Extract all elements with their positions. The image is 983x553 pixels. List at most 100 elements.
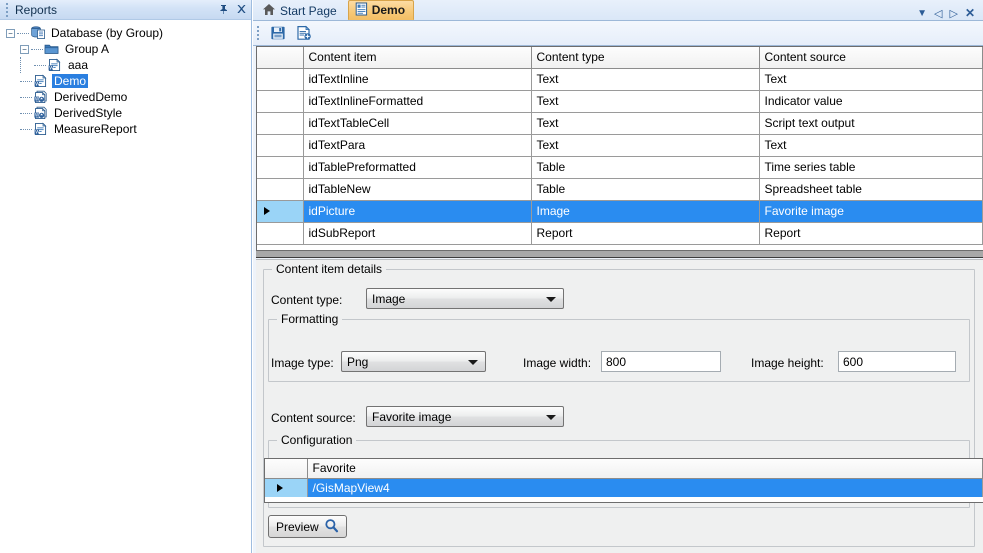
expander-collapse-icon[interactable]: − — [20, 44, 29, 54]
row-selector[interactable] — [257, 90, 304, 113]
row-selector[interactable] — [257, 178, 304, 201]
cell-content-source: Favorite image — [759, 200, 983, 223]
table-row[interactable]: idTableNew Table Spreadsheet table — [257, 178, 983, 201]
configuration-grid[interactable]: Favorite /GisMapView4 — [264, 458, 983, 503]
image-type-dropdown[interactable]: Png — [341, 351, 486, 372]
folder-icon — [44, 42, 60, 56]
table-row[interactable]: idTextInline Text Text — [257, 68, 983, 91]
table-row[interactable]: idTextInlineFormatted Text Indicator val… — [257, 90, 983, 113]
save-button[interactable] — [268, 23, 288, 43]
report-icon: W — [47, 58, 63, 72]
content-items-grid[interactable]: Content item Content type Content source… — [256, 46, 983, 251]
cell-content-type: Text — [531, 134, 760, 157]
tree-connector — [20, 96, 32, 98]
cell-content-item: idTextTableCell — [303, 112, 532, 135]
config-row-selected[interactable]: /GisMapView4 — [265, 478, 983, 497]
cell-content-item: idTableNew — [303, 178, 532, 201]
save-as-button[interactable] — [294, 23, 314, 43]
reports-panel-title: Reports — [15, 2, 58, 17]
report-icon — [355, 2, 368, 19]
tree-item-aaa[interactable]: W aaa — [6, 57, 250, 73]
row-selector[interactable] — [257, 200, 304, 223]
tab-scroll-left-icon[interactable]: ◁ — [934, 7, 942, 20]
cell-content-source: Text — [759, 134, 983, 157]
tab-close-icon[interactable]: ✕ — [965, 6, 975, 20]
image-height-input[interactable]: 600 — [838, 351, 956, 372]
content-type-dropdown[interactable]: Image — [366, 288, 564, 309]
row-selector[interactable] — [257, 134, 304, 157]
table-row[interactable]: idTextPara Text Text — [257, 134, 983, 157]
tree-item-label: Database (by Group) — [51, 26, 164, 40]
column-header-content-source[interactable]: Content source — [759, 47, 983, 69]
table-row[interactable]: idSubReport Report Report — [257, 222, 983, 245]
column-header-content-type[interactable]: Content type — [531, 47, 760, 69]
tree-item-database[interactable]: − Database (by Group) — [6, 25, 250, 41]
tab-demo[interactable]: Demo — [347, 0, 415, 20]
group-title-content-item-details: Content item details — [272, 262, 387, 276]
tree-connector — [34, 64, 46, 66]
column-header-favorite[interactable]: Favorite — [307, 459, 983, 479]
toolbar-grip-icon[interactable] — [257, 26, 262, 41]
group-title-formatting: Formatting — [277, 312, 343, 326]
current-row-indicator-icon — [277, 483, 283, 492]
cell-content-item: idSubReport — [303, 222, 532, 245]
tree-item-derived-style[interactable]: W DerivedStyle — [6, 105, 250, 121]
image-type-label: Image type: — [271, 356, 334, 370]
row-selector[interactable] — [257, 156, 304, 179]
tree-item-label: Demo — [52, 74, 89, 88]
cell-content-source: Text — [759, 68, 983, 91]
table-row[interactable]: idTablePreformatted Table Time series ta… — [257, 156, 983, 179]
image-width-input[interactable]: 800 — [601, 351, 721, 372]
tree-connector — [20, 128, 32, 130]
expander-collapse-icon[interactable]: − — [6, 28, 15, 38]
cell-content-type: Image — [531, 200, 760, 223]
document-toolbar — [253, 21, 983, 46]
tree-item-demo[interactable]: W Demo — [6, 73, 250, 89]
tab-start-page[interactable]: Start Page — [255, 0, 346, 20]
content-source-dropdown[interactable]: Favorite image — [366, 406, 564, 427]
column-header-rowselector[interactable] — [265, 459, 308, 479]
tab-list-dropdown-icon[interactable]: ▼ — [917, 8, 927, 19]
tree-connector — [20, 80, 32, 82]
tree-item-measure-report[interactable]: W MeasureReport — [6, 121, 250, 137]
svg-text:W: W — [35, 81, 40, 87]
cell-content-source: Script text output — [759, 112, 983, 135]
content-type-value: Image — [372, 291, 406, 306]
panel-grip-icon[interactable] — [3, 2, 11, 17]
tree-item-group-a[interactable]: − Group A — [6, 41, 250, 57]
magnifier-icon — [324, 518, 339, 536]
tab-scroll-right-icon[interactable]: ▷ — [949, 7, 957, 20]
chevron-down-icon — [468, 359, 478, 365]
tree-item-derived-demo[interactable]: W DerivedDemo — [6, 89, 250, 105]
content-source-value: Favorite image — [372, 409, 452, 424]
row-selector[interactable] — [265, 478, 308, 497]
tree-connector — [17, 32, 29, 34]
preview-button[interactable]: Preview — [268, 515, 347, 538]
current-row-indicator-icon — [264, 207, 270, 215]
derived-report-icon: W — [33, 90, 49, 104]
cell-content-type: Report — [531, 222, 760, 245]
content-source-label: Content source: — [271, 411, 356, 425]
pin-icon[interactable] — [215, 2, 231, 18]
column-header-content-item[interactable]: Content item — [303, 47, 532, 69]
image-width-value: 800 — [606, 354, 627, 369]
cell-content-type: Text — [531, 90, 760, 113]
cell-content-item: idPicture — [303, 200, 532, 223]
cell-content-source: Spreadsheet table — [759, 178, 983, 201]
cell-content-item: idTablePreformatted — [303, 156, 532, 179]
cell-content-item: idTextInline — [303, 68, 532, 91]
table-row-selected[interactable]: idPicture Image Favorite image — [257, 200, 983, 223]
table-row[interactable]: idTextTableCell Text Script text output — [257, 112, 983, 135]
image-type-value: Png — [347, 354, 369, 369]
cell-content-type: Table — [531, 156, 760, 179]
row-selector[interactable] — [257, 68, 304, 91]
row-selector[interactable] — [257, 222, 304, 245]
close-icon[interactable] — [233, 2, 249, 18]
reports-tree[interactable]: − Database (by Group) − Group A W aaa W … — [0, 21, 250, 553]
tree-connector — [20, 57, 21, 73]
home-icon — [262, 3, 276, 19]
column-header-rowselector[interactable] — [257, 47, 304, 69]
svg-text:W: W — [35, 129, 40, 135]
grid-horizontal-scrollbar[interactable] — [256, 251, 983, 258]
row-selector[interactable] — [257, 112, 304, 135]
